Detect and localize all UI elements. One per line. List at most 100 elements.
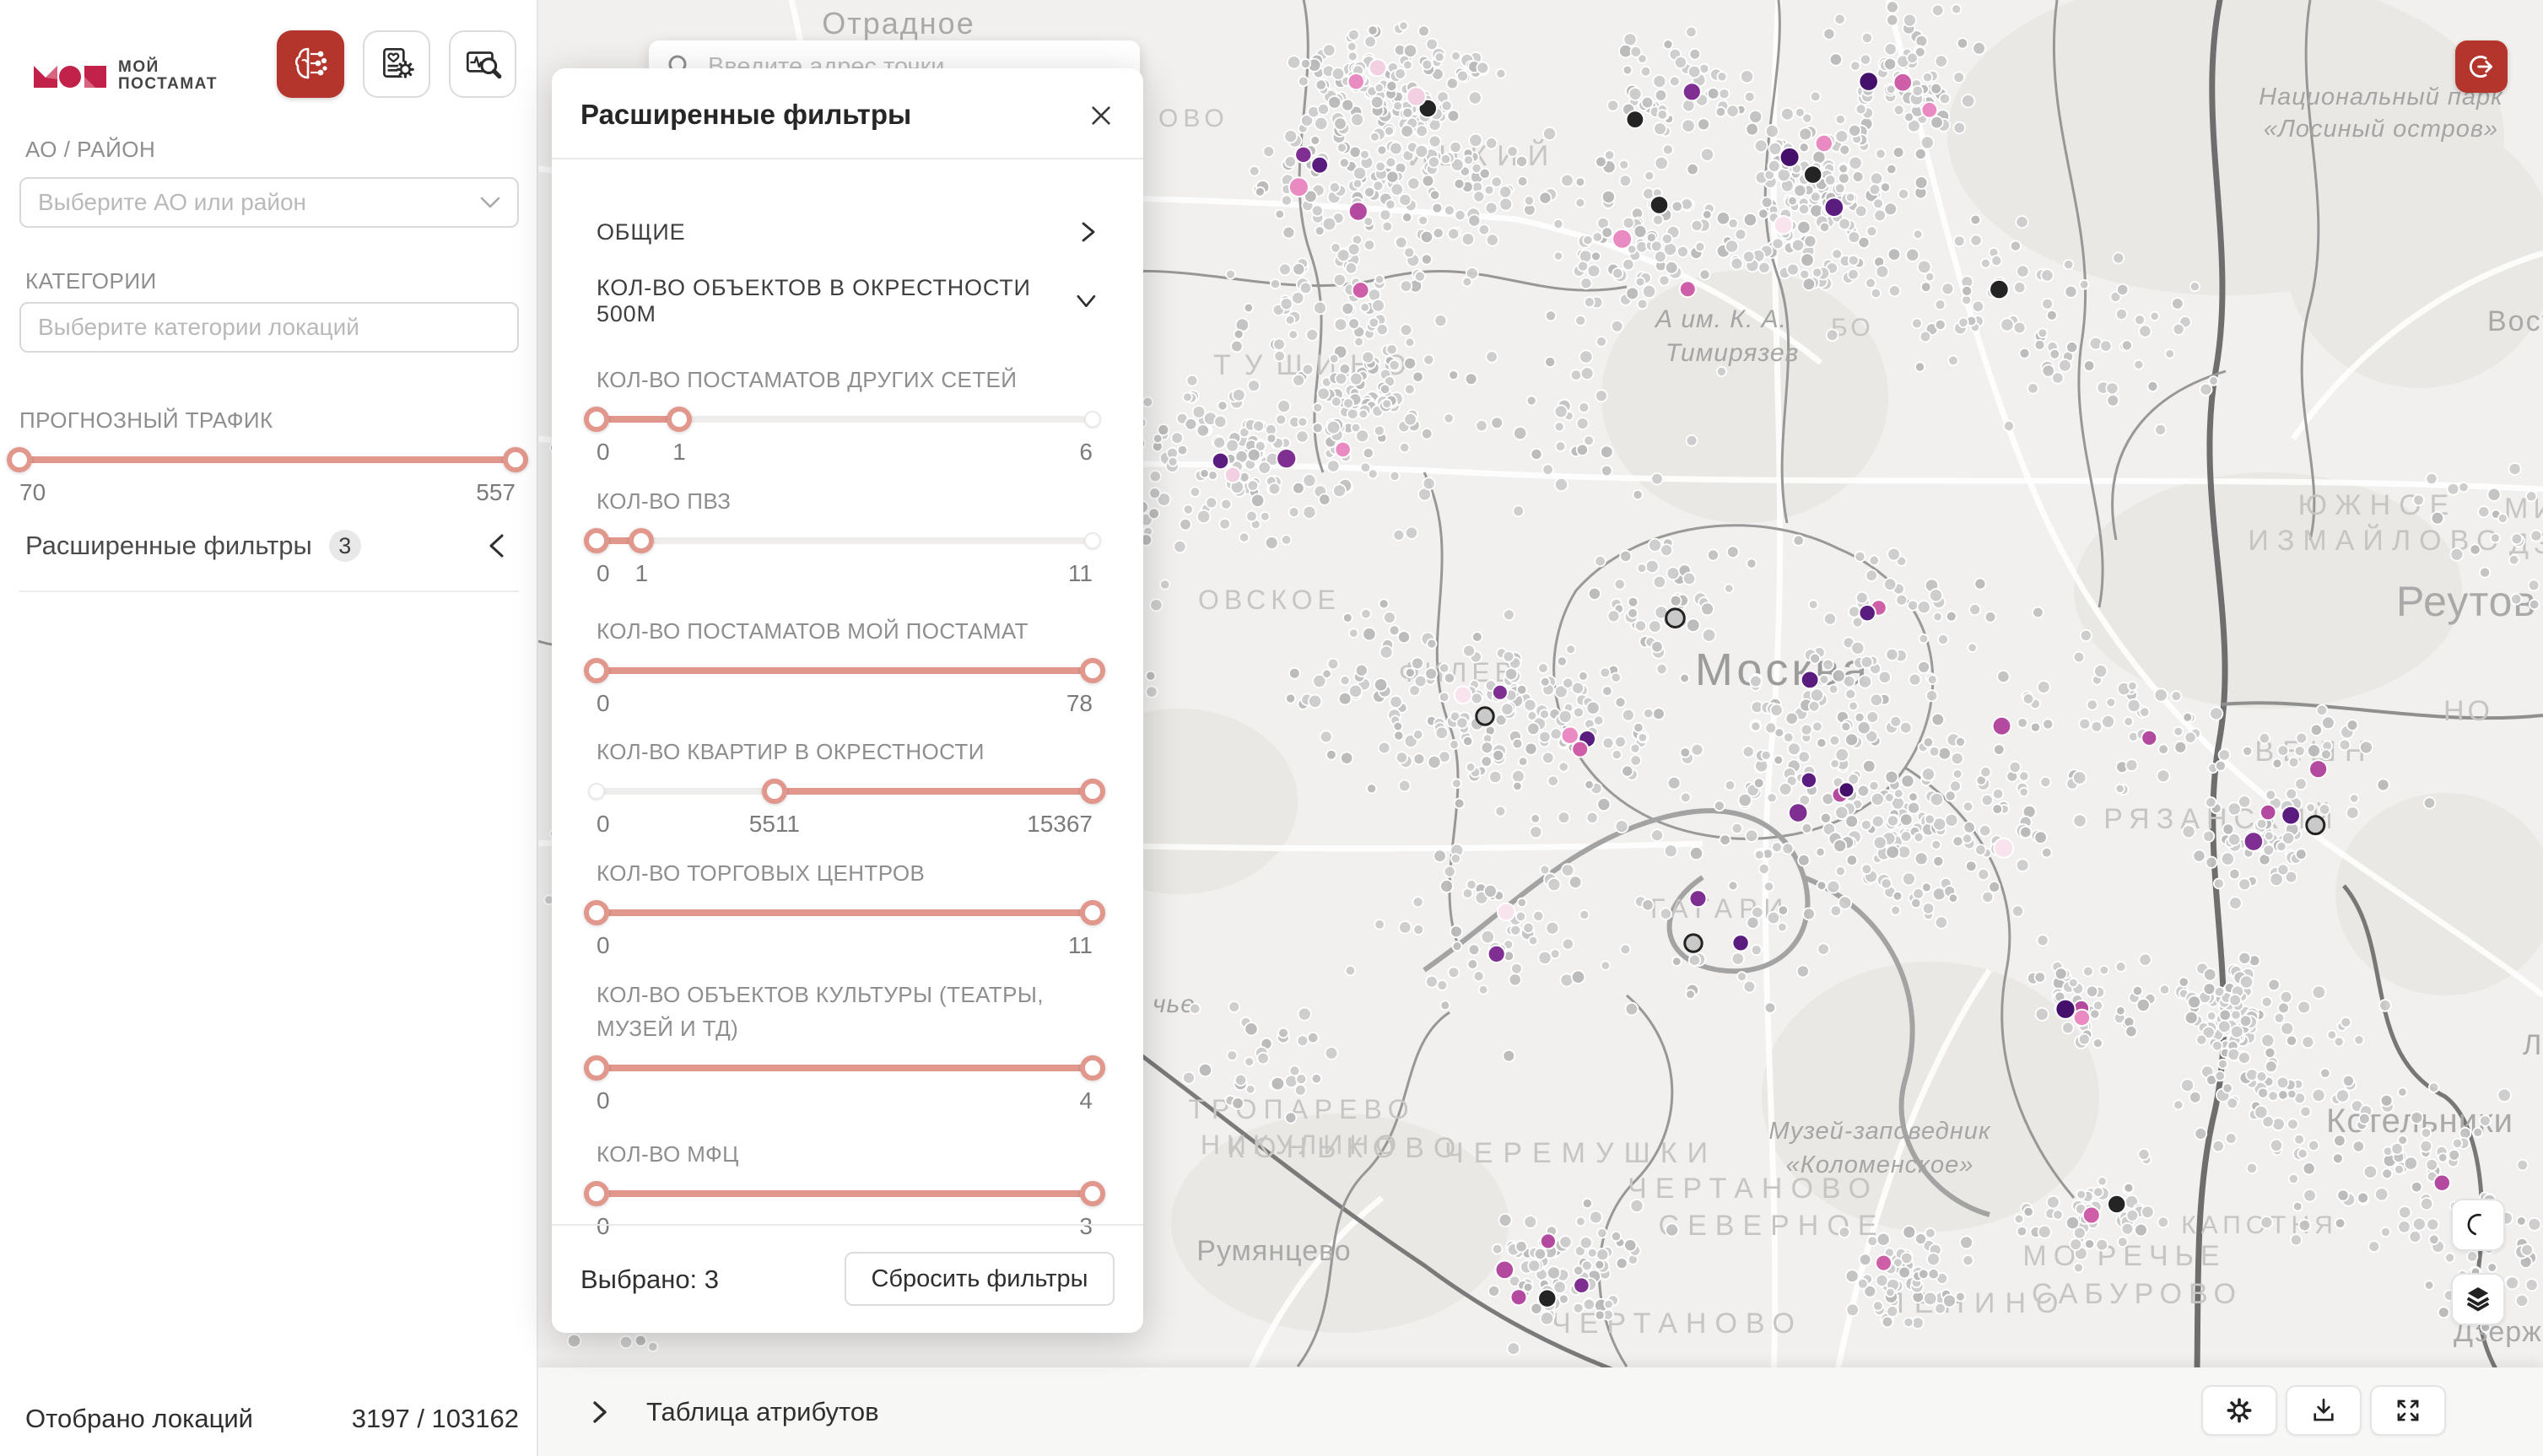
map-point[interactable] (1901, 831, 1912, 842)
map-point[interactable] (1836, 866, 1845, 876)
map-point[interactable] (1183, 1072, 1195, 1084)
map-point[interactable] (1971, 215, 1981, 225)
map-point[interactable] (1542, 464, 1553, 475)
map-point[interactable] (1428, 157, 1439, 168)
map-point[interactable] (1594, 715, 1603, 725)
map-point[interactable] (1524, 1283, 1533, 1292)
map-point-highlighted[interactable] (2244, 832, 2264, 851)
map-point-highlighted[interactable] (1627, 111, 1644, 128)
map-point[interactable] (1359, 410, 1369, 419)
map-point[interactable] (1849, 157, 1861, 170)
map-point[interactable] (2429, 1235, 2439, 1245)
map-point[interactable] (1930, 793, 1943, 806)
map-point[interactable] (2346, 806, 2359, 819)
map-point[interactable] (2049, 349, 2060, 359)
map-point[interactable] (2399, 1206, 2411, 1218)
map-point-highlighted[interactable] (1685, 935, 1702, 952)
map-point[interactable] (2055, 968, 2067, 979)
map-point[interactable] (1248, 380, 1260, 391)
map-point[interactable] (2360, 741, 2373, 754)
map-point[interactable] (1248, 449, 1261, 461)
map-point[interactable] (2116, 309, 2127, 320)
map-point[interactable] (1747, 558, 1756, 568)
logout-button[interactable] (2455, 40, 2508, 93)
map-point[interactable] (1288, 56, 1300, 68)
map-point[interactable] (2139, 954, 2151, 966)
map-point[interactable] (2291, 1234, 2302, 1245)
map-point[interactable] (1695, 242, 1704, 251)
map-point[interactable] (1266, 434, 1276, 443)
map-point[interactable] (1918, 661, 1930, 673)
map-point[interactable] (1496, 69, 1505, 78)
map-point[interactable] (2246, 1069, 2258, 1081)
map-point[interactable] (2085, 1239, 2094, 1248)
map-point[interactable] (2155, 688, 2168, 701)
map-point[interactable] (2262, 997, 2272, 1007)
map-point[interactable] (1662, 234, 1672, 244)
map-point[interactable] (1732, 952, 1744, 964)
attribute-table-toggle[interactable]: Таблица атрибутов (589, 1397, 879, 1427)
map-point[interactable] (2157, 769, 2169, 782)
map-point[interactable] (1904, 112, 1914, 121)
map-point[interactable] (2378, 779, 2389, 790)
map-point[interactable] (2306, 803, 2314, 812)
map-point[interactable] (1563, 939, 1574, 950)
map-point[interactable] (2487, 488, 2500, 501)
map-point[interactable] (2265, 1048, 2275, 1058)
map-point[interactable] (1867, 1236, 1877, 1246)
map-point[interactable] (1245, 1057, 1254, 1066)
map-point[interactable] (1997, 671, 2009, 682)
map-point[interactable] (1178, 445, 1188, 456)
range-slider[interactable] (597, 407, 1093, 432)
slider-handle-max[interactable] (1080, 658, 1105, 683)
map-point[interactable] (1374, 678, 1387, 691)
map-point[interactable] (2073, 814, 2086, 827)
map-point[interactable] (2328, 1031, 2337, 1040)
map-point[interactable] (1772, 842, 1782, 852)
map-point[interactable] (1894, 789, 1903, 798)
map-point[interactable] (1569, 876, 1582, 888)
map-point[interactable] (1313, 403, 1322, 413)
map-point[interactable] (1449, 967, 1460, 978)
map-point[interactable] (620, 1336, 632, 1348)
map-point[interactable] (2480, 568, 2490, 578)
map-point[interactable] (2265, 832, 2274, 841)
map-point-highlighted[interactable] (2260, 805, 2276, 821)
map-point[interactable] (1774, 756, 1783, 765)
map-point[interactable] (2020, 788, 2028, 796)
map-point[interactable] (1187, 375, 1198, 386)
map-point[interactable] (1391, 183, 1403, 195)
map-point[interactable] (2341, 1017, 2351, 1027)
map-point[interactable] (1816, 848, 1824, 856)
map-point[interactable] (1739, 794, 1752, 806)
map-point[interactable] (2530, 531, 2541, 542)
map-point-highlighted[interactable] (1816, 135, 1833, 152)
map-point[interactable] (1827, 329, 1838, 341)
map-point[interactable] (2335, 1218, 2346, 1228)
map-point[interactable] (2043, 719, 2053, 729)
map-point[interactable] (1754, 778, 1764, 788)
map-point[interactable] (1433, 228, 1444, 238)
map-point[interactable] (1401, 125, 1413, 138)
slider-handle-max[interactable] (1080, 779, 1105, 804)
map-point[interactable] (1200, 469, 1208, 477)
map-point[interactable] (1887, 816, 1898, 827)
map-point[interactable] (1368, 25, 1377, 35)
map-point[interactable] (1382, 222, 1392, 232)
map-point[interactable] (1849, 702, 1858, 711)
map-point[interactable] (2076, 1190, 2086, 1200)
map-point[interactable] (1463, 736, 1472, 746)
map-point-highlighted[interactable] (2307, 817, 2324, 834)
map-point[interactable] (1871, 289, 1881, 298)
map-point[interactable] (1555, 478, 1568, 491)
map-point[interactable] (1272, 1077, 1285, 1091)
map-point[interactable] (2027, 383, 2038, 394)
map-point[interactable] (2151, 312, 2159, 321)
map-point[interactable] (1342, 100, 1353, 111)
section-general[interactable]: ОБЩИЕ (580, 207, 1115, 257)
map-point[interactable] (2450, 548, 2463, 561)
map-point[interactable] (1750, 676, 1762, 688)
map-point[interactable] (1227, 1050, 1237, 1060)
map-point[interactable] (1884, 578, 1897, 590)
map-point[interactable] (1989, 882, 2000, 892)
